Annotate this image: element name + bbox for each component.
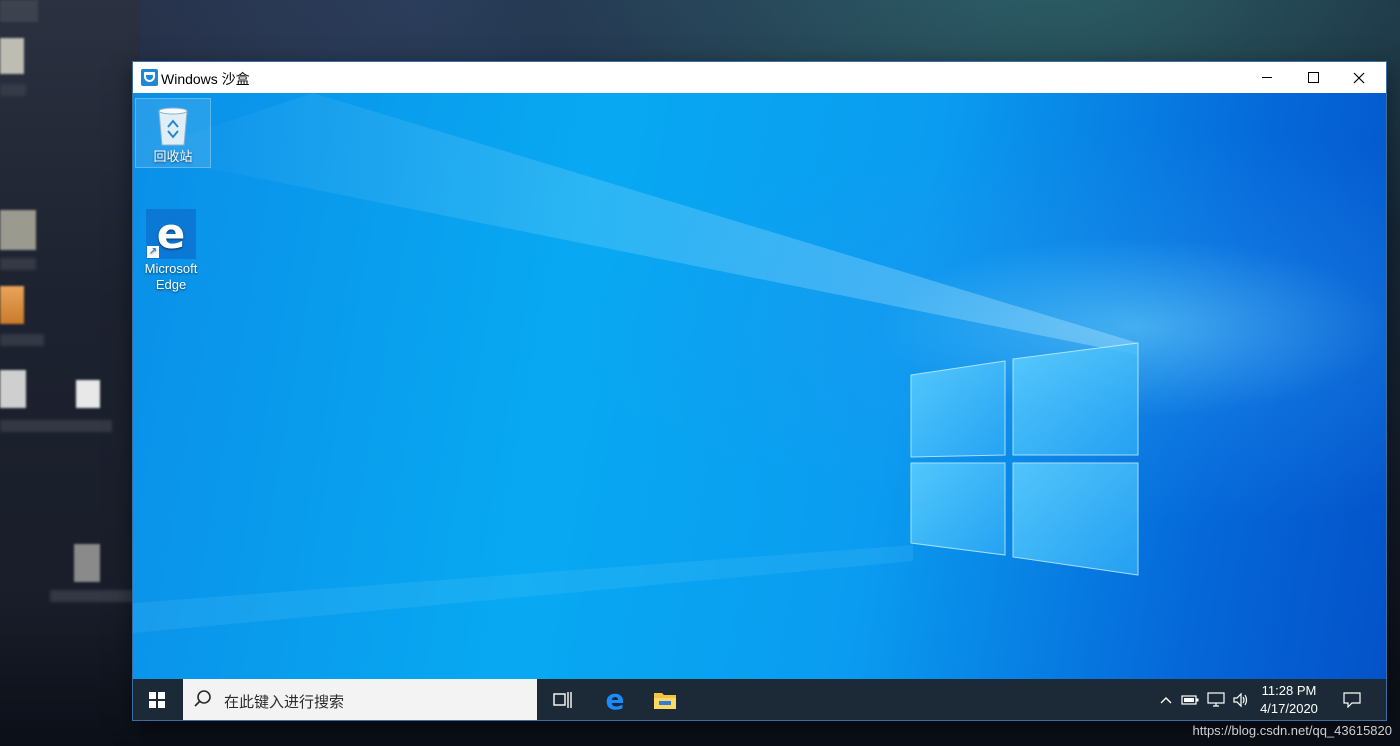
- host-icon-label: [0, 420, 112, 432]
- edge-icon: e ↗: [146, 209, 196, 259]
- windows-sandbox-icon: [141, 69, 158, 86]
- recycle-bin-icon: [153, 105, 193, 147]
- sandbox-window: Windows 沙盒 回收站 e ↗ Microsoft Edge 在此键入进行…: [133, 62, 1386, 720]
- windows-wallpaper: [133, 93, 1139, 633]
- host-icon-label: [0, 334, 44, 346]
- speaker-icon: [1233, 692, 1248, 707]
- host-desktop-icon[interactable]: [76, 380, 100, 408]
- taskbar-search-box[interactable]: 在此键入进行搜索: [183, 679, 537, 720]
- minimize-button[interactable]: [1244, 62, 1290, 93]
- battery-icon: [1181, 694, 1199, 705]
- clock-time: 11:28 PM: [1261, 683, 1317, 698]
- file-explorer-icon: [654, 692, 676, 709]
- sandbox-taskbar: 在此键入进行搜索 e 11:28 PM 4/17/2020: [133, 679, 1386, 720]
- taskbar-file-explorer-button[interactable]: [641, 679, 689, 720]
- clock-date: 4/17/2020: [1260, 701, 1318, 716]
- chevron-up-icon: [1160, 696, 1172, 703]
- watermark: https://blog.csdn.net/qq_43615820: [1192, 723, 1393, 738]
- recycle-bin-label: 回收站: [153, 149, 193, 164]
- action-center-button[interactable]: [1337, 679, 1367, 720]
- start-button[interactable]: [133, 679, 181, 720]
- close-icon: [1353, 72, 1365, 83]
- battery-button[interactable]: [1179, 679, 1201, 720]
- host-icon-label: [0, 84, 26, 96]
- edge-label: Microsoft Edge: [144, 261, 198, 292]
- task-view-button[interactable]: [539, 679, 587, 720]
- maximize-button[interactable]: [1290, 62, 1336, 93]
- taskbar-clock[interactable]: 11:28 PM 4/17/2020: [1249, 682, 1329, 718]
- host-desktop-icon[interactable]: [0, 38, 24, 74]
- host-desktop-icon[interactable]: [74, 544, 100, 582]
- windows-logo-icon: [149, 691, 165, 708]
- sandbox-desktop[interactable]: 回收站 e ↗ Microsoft Edge: [133, 93, 1386, 679]
- host-icon-label: [50, 590, 134, 602]
- shortcut-arrow-icon: ↗: [147, 246, 159, 258]
- taskbar-edge-button[interactable]: e: [591, 679, 639, 720]
- window-title: Windows 沙盒: [161, 71, 250, 87]
- host-desktop-icon[interactable]: [0, 210, 36, 250]
- host-desktop-icon[interactable]: [0, 286, 24, 324]
- desktop-icon-recycle-bin[interactable]: 回收站: [135, 98, 211, 168]
- host-desktop-icon[interactable]: [0, 370, 26, 408]
- close-button[interactable]: [1336, 62, 1382, 93]
- network-button[interactable]: [1204, 679, 1228, 720]
- search-icon: [194, 690, 211, 707]
- edge-icon: e: [605, 682, 625, 716]
- task-view-icon: [553, 691, 572, 708]
- show-hidden-icons-button[interactable]: [1155, 679, 1177, 720]
- host-icon-label: [0, 258, 36, 270]
- desktop-icon-edge[interactable]: e ↗ Microsoft Edge: [134, 209, 208, 293]
- host-desktop-icon[interactable]: [0, 0, 38, 22]
- notification-icon: [1343, 691, 1361, 708]
- window-titlebar[interactable]: Windows 沙盒: [133, 62, 1386, 94]
- network-icon: [1207, 691, 1225, 707]
- search-placeholder: 在此键入进行搜索: [224, 694, 345, 711]
